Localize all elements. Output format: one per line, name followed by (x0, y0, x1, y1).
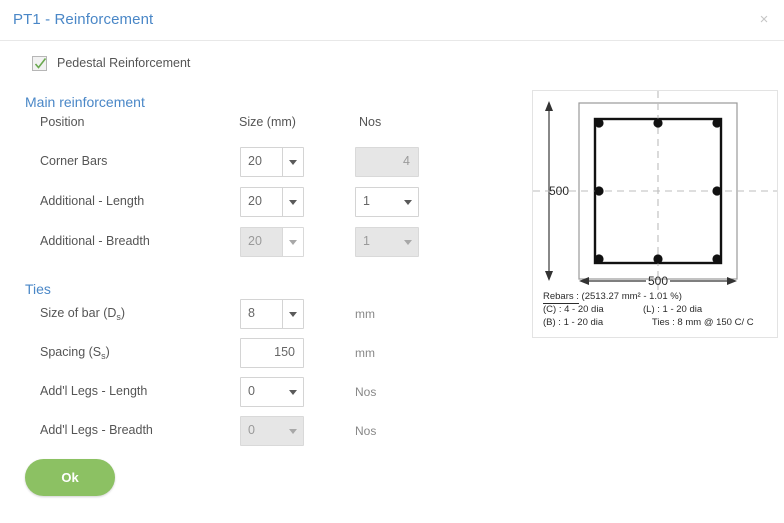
chevron-down-icon[interactable] (282, 148, 303, 176)
row-label-addl-legs-length: Add'l Legs - Length (40, 384, 148, 398)
row-label-additional-length: Additional - Length (40, 194, 145, 208)
addl-legs-length-select[interactable]: 0 (240, 377, 304, 407)
tie-spacing-value: 150 (274, 345, 295, 359)
chevron-down-icon (282, 228, 303, 256)
row-corner-bars: Corner Bars 20 4 (0, 147, 520, 177)
dimension-arrow-up (545, 101, 553, 111)
size-select-additional-breadth-value: 20 (248, 234, 262, 248)
row-addl-legs-breadth: Add'l Legs - Breadth 0 Nos (0, 416, 520, 446)
nos-select-additional-length-value: 1 (363, 194, 370, 208)
dialog-header: PT1 - Reinforcement × (0, 0, 784, 41)
horizontal-dimension-label: 500 (648, 274, 668, 288)
ok-button[interactable]: Ok (25, 459, 115, 496)
tie-spacing-input[interactable]: 150 (240, 338, 304, 368)
rebar-annotation: Rebars : (2513.27 mm² - 1.01 %) (C) : 4 … (543, 291, 769, 328)
chevron-down-icon[interactable] (282, 300, 303, 328)
row-label-size-of-bar: Size of bar (Ds) (40, 306, 126, 322)
row-label-size-of-bar-sub: s (116, 312, 121, 322)
vertical-dimension-label: 500 (549, 184, 569, 198)
size-select-additional-length[interactable]: 20 (240, 187, 304, 217)
row-label-corner-bars: Corner Bars (40, 154, 108, 168)
nos-select-additional-breadth: 1 (355, 227, 419, 257)
chevron-down-icon[interactable] (282, 378, 303, 406)
row-label-additional-breadth: Additional - Breadth (40, 234, 150, 248)
row-label-addl-legs-breadth: Add'l Legs - Breadth (40, 423, 153, 437)
row-label-spacing-text: Spacing (S (40, 345, 102, 359)
dimension-arrow-down (545, 271, 553, 281)
row-spacing: Spacing (Ss) 150 mm (0, 338, 520, 368)
unit-addl-legs-length: Nos (355, 385, 377, 399)
row-label-spacing-tail: ) (105, 345, 110, 359)
tie-bar-size-select[interactable]: 8 (240, 299, 304, 329)
row-label-size-of-bar-text: Size of bar (D (40, 306, 117, 320)
addl-legs-breadth-select: 0 (240, 416, 304, 446)
column-header-position: Position (40, 115, 85, 129)
row-additional-length: Additional - Length 20 1 (0, 187, 520, 217)
chevron-down-icon[interactable] (282, 188, 303, 216)
row-addl-legs-length: Add'l Legs - Length 0 Nos (0, 377, 520, 407)
rebars-summary: (2513.27 mm² - 1.01 %) (581, 291, 682, 302)
chevron-down-icon[interactable] (397, 188, 418, 216)
reinforcement-dialog: PT1 - Reinforcement × Pedestal Reinforce… (0, 0, 784, 523)
page-title: PT1 - Reinforcement (13, 11, 154, 28)
section-heading-ties: Ties (25, 281, 51, 297)
row-label-spacing: Spacing (Ss) (40, 345, 110, 361)
row-size-of-bar: Size of bar (Ds) 8 mm (0, 299, 520, 329)
rebar-summary-line: Rebars : (2513.27 mm² - 1.01 %) (543, 291, 769, 304)
row-label-size-of-bar-tail: ) (120, 306, 126, 320)
unit-addl-legs-breadth: Nos (355, 424, 377, 438)
addl-legs-length-value: 0 (248, 384, 255, 398)
pedestal-reinforcement-label: Pedestal Reinforcement (57, 56, 191, 70)
column-header-size: Size (mm) (239, 115, 296, 129)
cross-section-diagram-panel: 500 500 Rebars : (2513.27 mm² - 1.01 %) … (532, 90, 778, 338)
chevron-down-icon (397, 228, 418, 256)
nos-input-corner-bars: 4 (355, 147, 419, 177)
tie-bar-size-value: 8 (248, 306, 255, 320)
size-select-corner-bars[interactable]: 20 (240, 147, 304, 177)
section-heading-main-reinforcement: Main reinforcement (25, 94, 145, 110)
size-select-additional-length-value: 20 (248, 194, 262, 208)
close-icon[interactable]: × (754, 10, 774, 30)
size-select-additional-breadth: 20 (240, 227, 304, 257)
check-icon (34, 57, 47, 69)
rebar-detail-row-1: (C) : 4 - 20 dia (L) : 1 - 20 dia (543, 304, 769, 315)
pedestal-cross-section-drawing: 500 500 (533, 91, 777, 291)
nos-select-additional-breadth-value: 1 (363, 234, 370, 248)
size-select-corner-bars-value: 20 (248, 154, 262, 168)
pedestal-reinforcement-checkbox[interactable] (32, 55, 47, 71)
ties-detail: Ties : 8 mm @ 150 C/ C (651, 317, 754, 328)
rebars-word: Rebars : (543, 291, 579, 304)
rebar-corner-detail: (C) : 4 - 20 dia (543, 304, 604, 315)
rebar-breadth-detail: (B) : 1 - 20 dia (543, 317, 604, 328)
chevron-down-icon (282, 417, 303, 445)
row-label-spacing-sub: s (101, 351, 106, 361)
row-additional-breadth: Additional - Breadth 20 1 (0, 227, 520, 257)
pedestal-reinforcement-row[interactable]: Pedestal Reinforcement (32, 54, 190, 72)
rebar-detail-row-2: (B) : 1 - 20 dia Ties : 8 mm @ 150 C/ C (543, 317, 769, 328)
rebar-length-detail: (L) : 1 - 20 dia (643, 304, 703, 315)
unit-spacing: mm (355, 346, 375, 360)
addl-legs-breadth-value: 0 (248, 423, 255, 437)
nos-select-additional-length[interactable]: 1 (355, 187, 419, 217)
column-header-nos: Nos (359, 115, 382, 129)
unit-size-of-bar: mm (355, 307, 375, 321)
nos-input-corner-bars-value: 4 (403, 154, 410, 168)
